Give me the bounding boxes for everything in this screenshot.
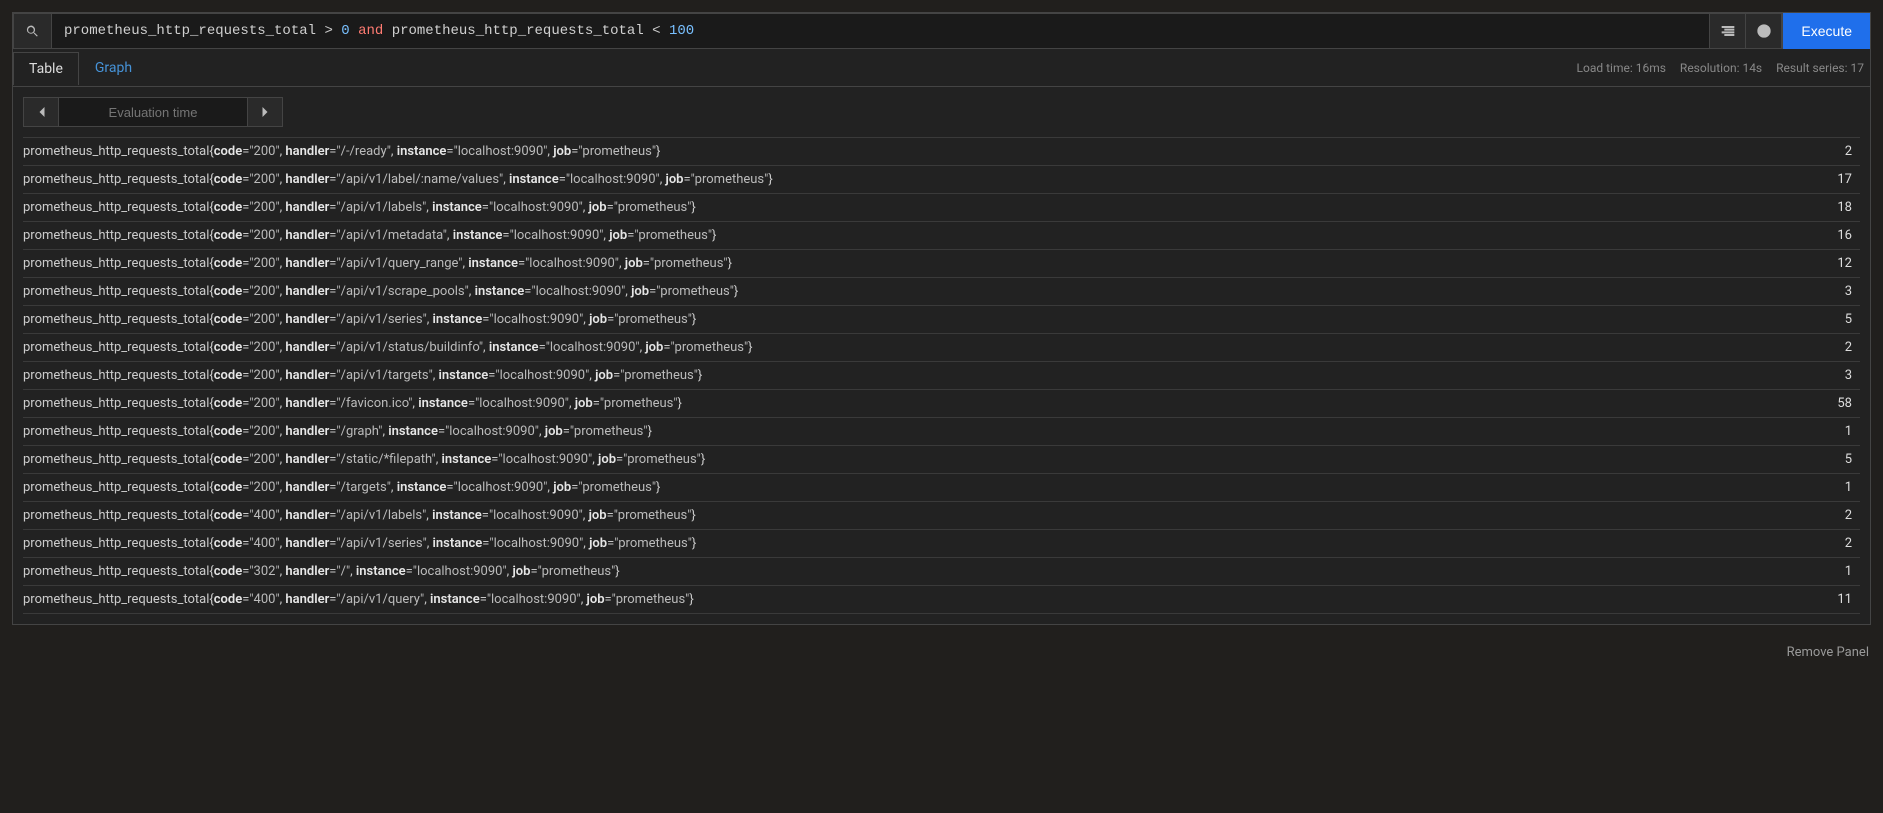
value-cell: 1 [1800, 474, 1860, 502]
table-row[interactable]: prometheus_http_requests_total{code="200… [23, 166, 1860, 194]
value-cell: 58 [1800, 390, 1860, 418]
value-cell: 5 [1800, 446, 1860, 474]
eval-time-increment[interactable] [248, 98, 282, 126]
table-row[interactable]: prometheus_http_requests_total{code="200… [23, 306, 1860, 334]
series-cell: prometheus_http_requests_total{code="200… [23, 166, 1800, 194]
value-cell: 16 [1800, 222, 1860, 250]
table-row[interactable]: prometheus_http_requests_total{code="200… [23, 278, 1860, 306]
value-cell: 18 [1800, 194, 1860, 222]
value-cell: 2 [1800, 334, 1860, 362]
value-cell: 1 [1800, 418, 1860, 446]
query-token-num-1: 0 [341, 23, 349, 39]
series-cell: prometheus_http_requests_total{code="200… [23, 390, 1800, 418]
table-row[interactable]: prometheus_http_requests_total{code="200… [23, 138, 1860, 166]
value-cell: 2 [1800, 502, 1860, 530]
table-row[interactable]: prometheus_http_requests_total{code="200… [23, 446, 1860, 474]
series-cell: prometheus_http_requests_total{code="200… [23, 362, 1800, 390]
table-row[interactable]: prometheus_http_requests_total{code="302… [23, 558, 1860, 586]
panel-footer: Remove Panel [0, 637, 1883, 660]
expression-input[interactable]: prometheus_http_requests_total > 0 and p… [51, 13, 1710, 49]
query-token-metric-1: prometheus_http_requests_total [64, 23, 316, 39]
series-cell: prometheus_http_requests_total{code="400… [23, 530, 1800, 558]
results-table: prometheus_http_requests_total{code="200… [23, 137, 1860, 614]
table-row[interactable]: prometheus_http_requests_total{code="400… [23, 586, 1860, 614]
series-cell: prometheus_http_requests_total{code="200… [23, 138, 1800, 166]
query-token-metric-2: prometheus_http_requests_total [392, 23, 644, 39]
execute-button[interactable]: Execute [1782, 13, 1870, 49]
table-row[interactable]: prometheus_http_requests_total{code="200… [23, 418, 1860, 446]
series-cell: prometheus_http_requests_total{code="200… [23, 306, 1800, 334]
series-cell: prometheus_http_requests_total{code="200… [23, 278, 1800, 306]
value-cell: 1 [1800, 558, 1860, 586]
query-token-op-2: < [644, 23, 669, 39]
series-cell: prometheus_http_requests_total{code="400… [23, 586, 1800, 614]
table-row[interactable]: prometheus_http_requests_total{code="200… [23, 362, 1860, 390]
stat-result-series: Result series: 17 [1776, 61, 1864, 75]
query-row: prometheus_http_requests_total > 0 and p… [13, 13, 1870, 49]
value-cell: 2 [1800, 530, 1860, 558]
evaluation-time-group [23, 97, 283, 127]
remove-panel-link[interactable]: Remove Panel [1787, 645, 1869, 660]
series-cell: prometheus_http_requests_total{code="400… [23, 502, 1800, 530]
table-row[interactable]: prometheus_http_requests_total{code="200… [23, 222, 1860, 250]
results-table-container: prometheus_http_requests_total{code="200… [13, 137, 1870, 624]
value-cell: 2 [1800, 138, 1860, 166]
series-cell: prometheus_http_requests_total{code="200… [23, 250, 1800, 278]
evaluation-time-input[interactable] [58, 98, 248, 126]
series-cell: prometheus_http_requests_total{code="200… [23, 334, 1800, 362]
series-cell: prometheus_http_requests_total{code="200… [23, 474, 1800, 502]
table-row[interactable]: prometheus_http_requests_total{code="200… [23, 194, 1860, 222]
tabs-row: Table Graph Load time: 16ms Resolution: … [13, 49, 1870, 87]
query-token-op-1: > [316, 23, 341, 39]
series-cell: prometheus_http_requests_total{code="200… [23, 222, 1800, 250]
value-cell: 17 [1800, 166, 1860, 194]
value-cell: 12 [1800, 250, 1860, 278]
tab-table[interactable]: Table [13, 52, 79, 85]
table-row[interactable]: prometheus_http_requests_total{code="200… [23, 334, 1860, 362]
format-query-button[interactable] [1710, 13, 1746, 49]
history-icon [1756, 23, 1772, 39]
query-token-num-2: 100 [669, 23, 694, 39]
table-row[interactable]: prometheus_http_requests_total{code="400… [23, 530, 1860, 558]
evaluation-time-row [13, 87, 1870, 137]
series-cell: prometheus_http_requests_total{code="200… [23, 418, 1800, 446]
table-row[interactable]: prometheus_http_requests_total{code="200… [23, 390, 1860, 418]
table-row[interactable]: prometheus_http_requests_total{code="200… [23, 250, 1860, 278]
format-icon [1720, 23, 1736, 39]
series-cell: prometheus_http_requests_total{code="302… [23, 558, 1800, 586]
eval-time-decrement[interactable] [24, 98, 58, 126]
value-cell: 3 [1800, 362, 1860, 390]
stat-load-time: Load time: 16ms [1577, 61, 1666, 75]
series-cell: prometheus_http_requests_total{code="200… [23, 446, 1800, 474]
table-row[interactable]: prometheus_http_requests_total{code="400… [23, 502, 1860, 530]
value-cell: 11 [1800, 586, 1860, 614]
value-cell: 5 [1800, 306, 1860, 334]
stat-resolution: Resolution: 14s [1680, 61, 1762, 75]
query-stats: Load time: 16ms Resolution: 14s Result s… [1577, 61, 1870, 75]
query-history-button[interactable] [1746, 13, 1782, 49]
series-cell: prometheus_http_requests_total{code="200… [23, 194, 1800, 222]
table-row[interactable]: prometheus_http_requests_total{code="200… [23, 474, 1860, 502]
value-cell: 3 [1800, 278, 1860, 306]
query-panel: prometheus_http_requests_total > 0 and p… [12, 12, 1871, 625]
chevron-right-icon [261, 106, 270, 118]
chevron-left-icon [37, 106, 46, 118]
metrics-explorer-button[interactable] [13, 13, 51, 49]
query-token-kw-and: and [350, 23, 392, 39]
tab-graph[interactable]: Graph [79, 51, 148, 84]
search-icon [25, 24, 40, 39]
